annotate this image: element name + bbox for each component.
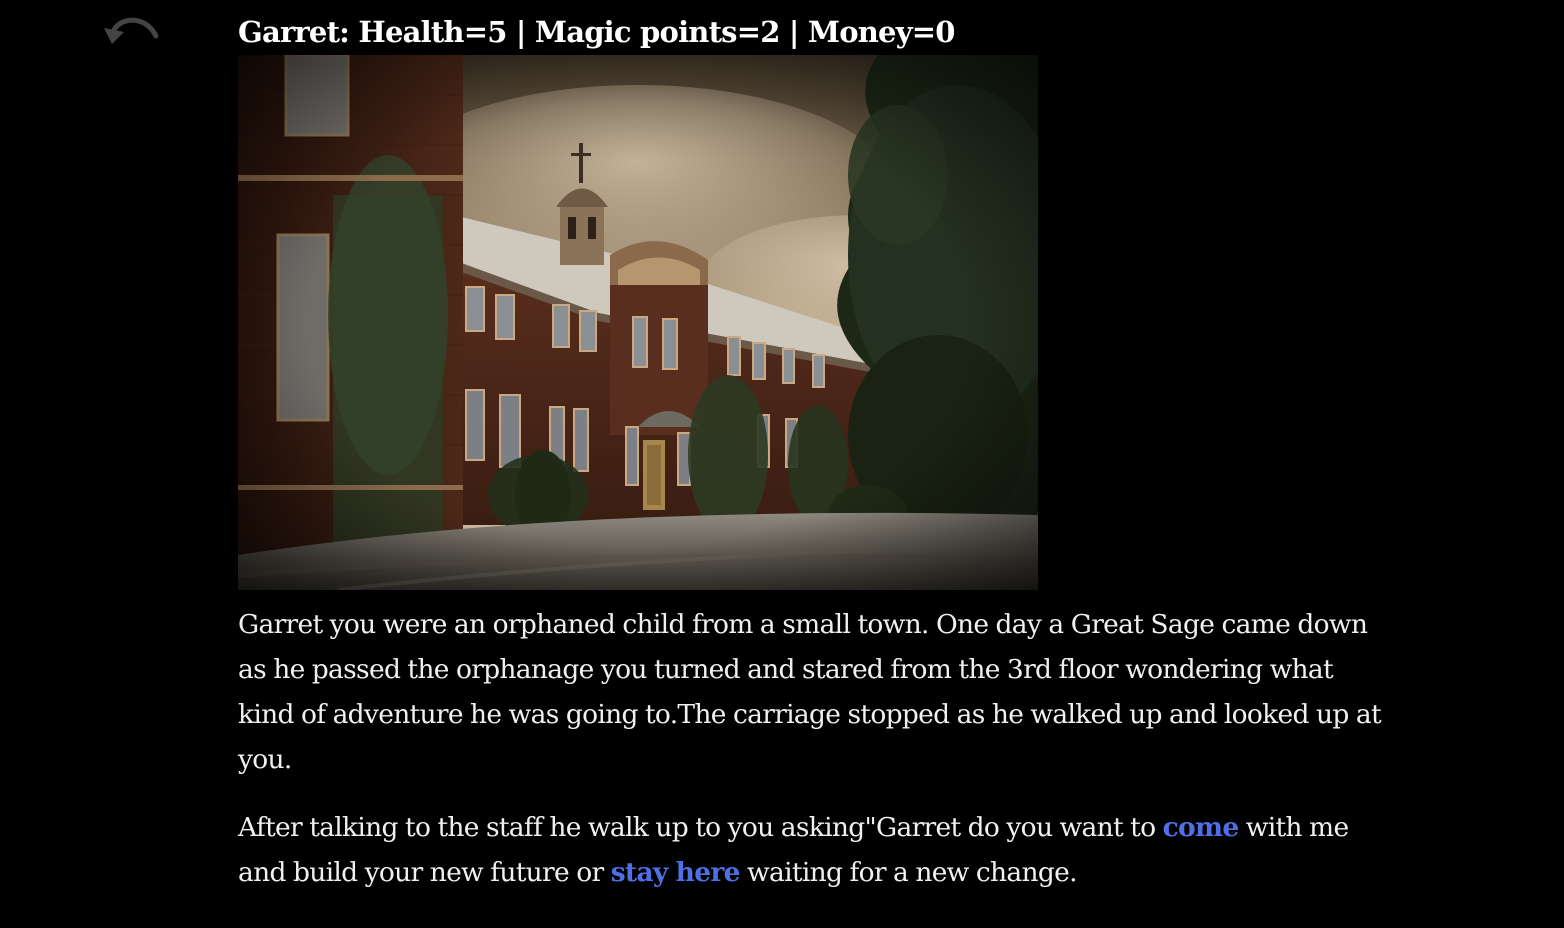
story-paragraph-2: After talking to the staff he walk up to… <box>238 805 1383 895</box>
story-paragraph-1: Garret you were an orphaned child from a… <box>238 609 1382 775</box>
passage: Garret: Health=5 | Magic points=2 | Mone… <box>238 10 1383 895</box>
undo-arrow-icon <box>104 17 159 44</box>
come-choice-link[interactable]: come <box>1163 812 1240 843</box>
orphanage-building-image <box>238 55 1038 590</box>
character-stats: Garret: Health=5 | Magic points=2 | Mone… <box>238 15 955 49</box>
story-text: Garret you were an orphaned child from a… <box>238 602 1383 895</box>
undo-button[interactable] <box>100 6 166 50</box>
story-text-segment: waiting for a new change. <box>739 857 1078 888</box>
story-text-segment: After talking to the staff he walk up to… <box>238 812 1163 843</box>
stay-here-choice-link[interactable]: stay here <box>611 857 741 888</box>
